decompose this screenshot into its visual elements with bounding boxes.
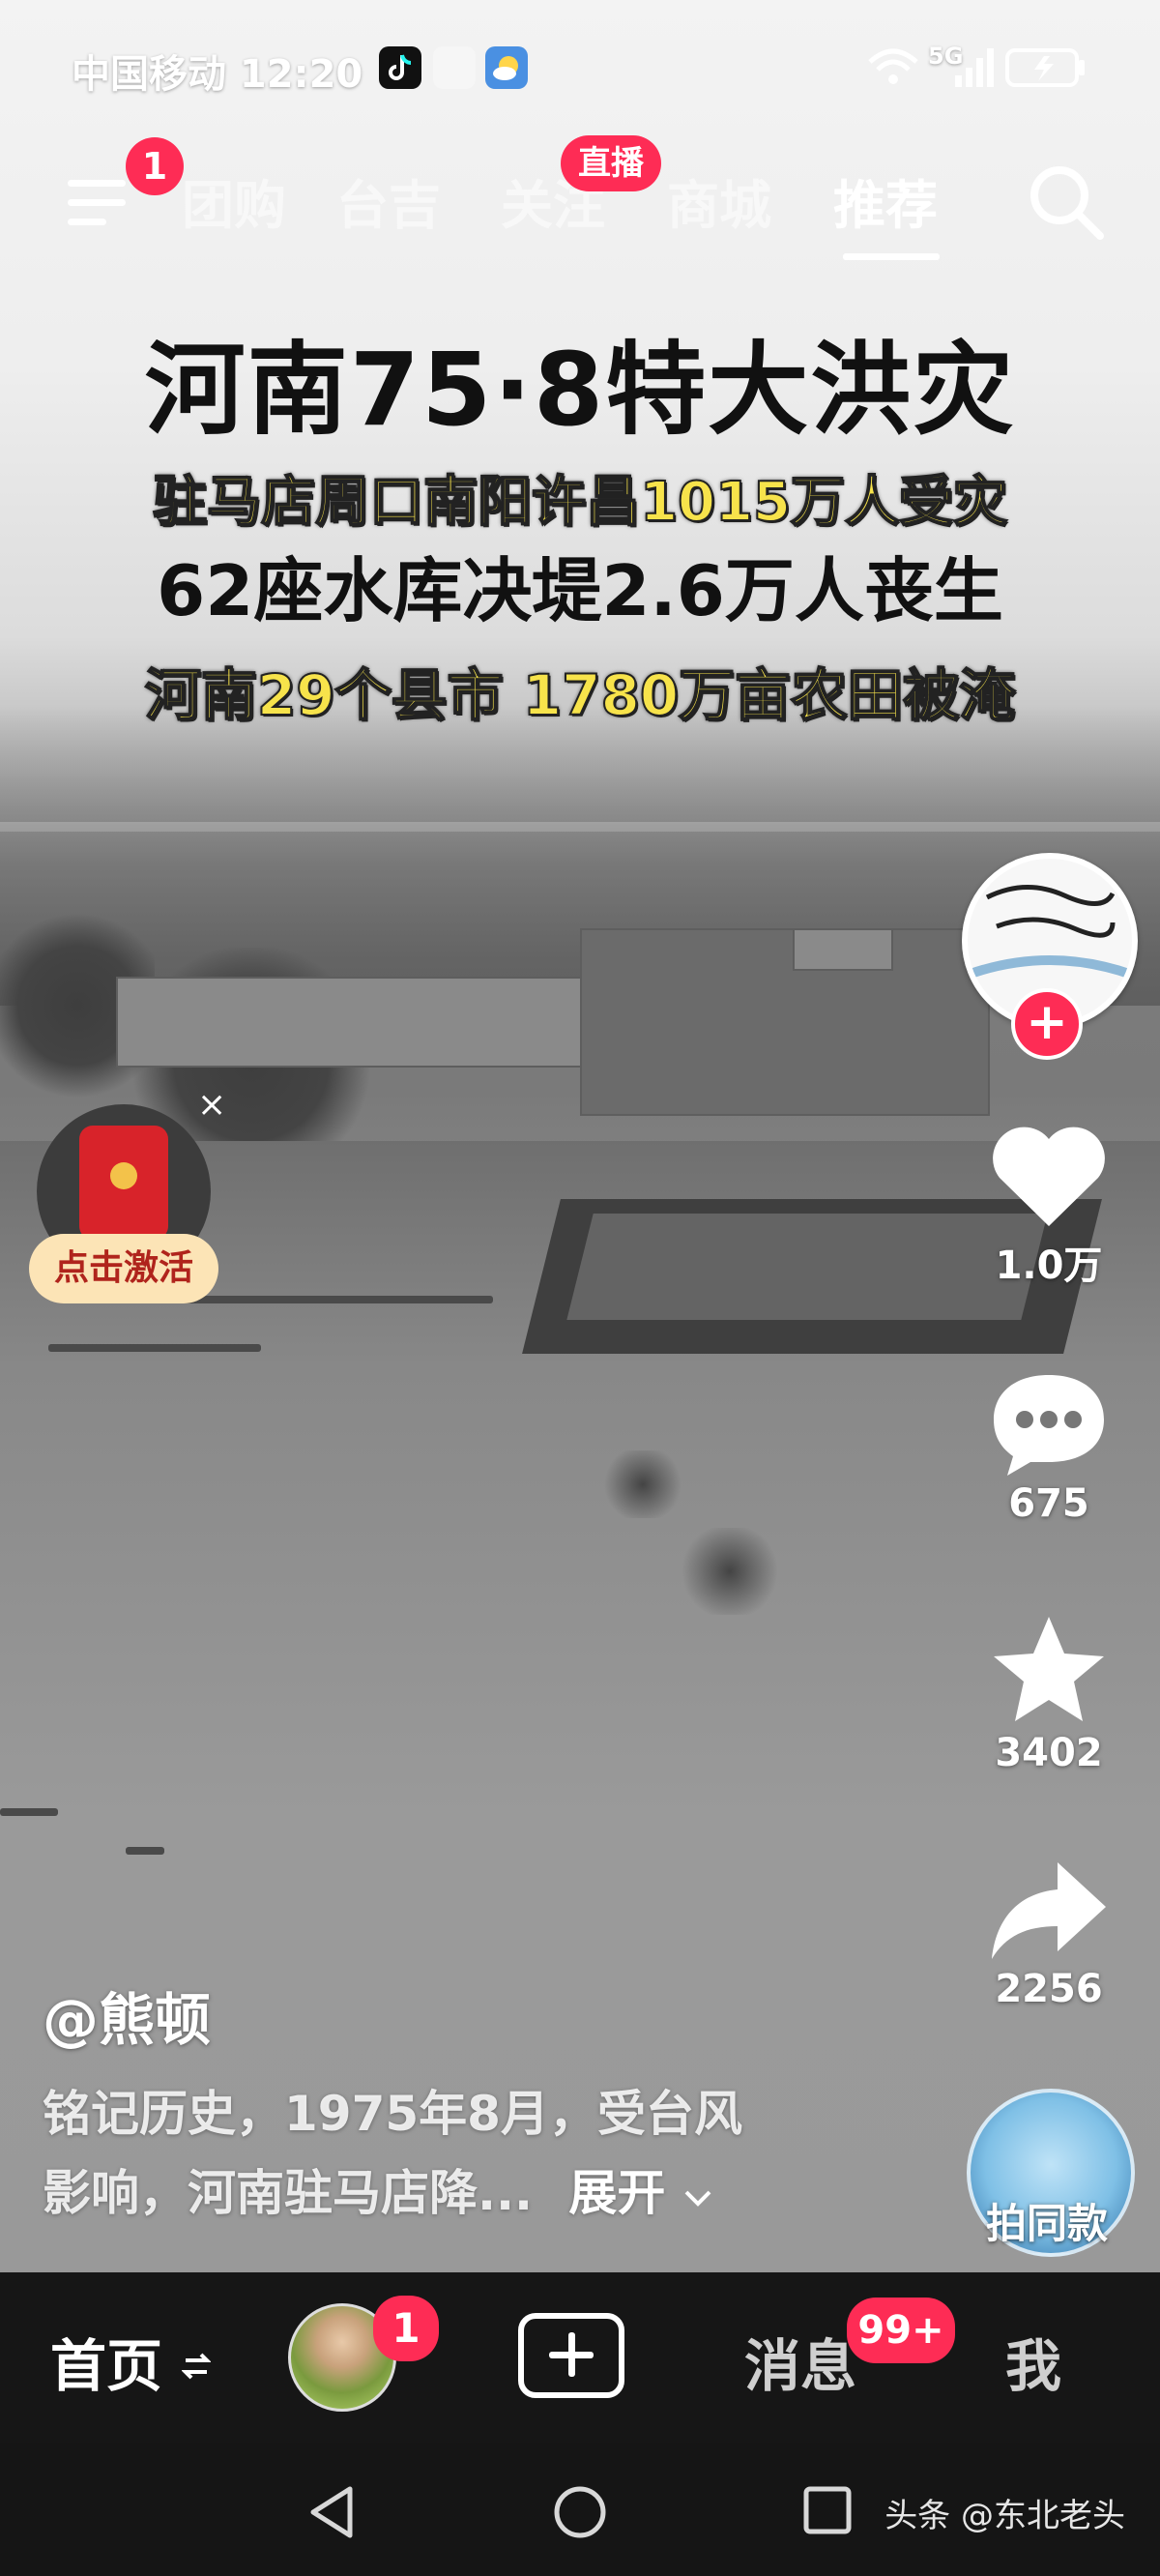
menu-badge: 1 xyxy=(126,137,184,195)
tab-mall[interactable]: 商城 xyxy=(667,162,771,239)
share-count: 2256 xyxy=(995,1967,1103,2011)
caption-line-1: 驻马店周口南阳许昌1015万人受灾 xyxy=(152,470,1008,535)
expand-label: 展开 xyxy=(568,2165,666,2221)
floating-plant xyxy=(599,1450,686,1518)
like-count: 1.0万 xyxy=(995,1244,1103,1288)
caption-line-3: 河南29个县市 1780万亩农田被淹 xyxy=(144,661,1016,729)
live-badge: 直播 xyxy=(561,135,661,191)
favorite-count: 3402 xyxy=(995,1731,1103,1775)
nav-messages[interactable]: 消息 xyxy=(744,2321,856,2402)
wifi-icon xyxy=(868,48,918,84)
favorite-button[interactable]: 3402 xyxy=(976,1613,1121,1775)
activate-button[interactable]: 点击激活 xyxy=(29,1234,218,1303)
watermark: 头条 @东北老头 xyxy=(884,2497,1125,2535)
tab-local[interactable]: 台吉 xyxy=(336,162,441,239)
building-shape xyxy=(116,977,623,1068)
tab-group-buy[interactable]: 团购 xyxy=(182,162,286,239)
home-circle-icon[interactable] xyxy=(553,2485,607,2539)
red-packet-close-button[interactable]: × xyxy=(197,1085,226,1125)
debris xyxy=(126,1847,164,1855)
expand-button[interactable]: 展开 xyxy=(568,2165,712,2221)
video-title: 河南75·8特大洪灾 xyxy=(144,331,1016,449)
like-button[interactable]: 1.0万 xyxy=(976,1122,1121,1290)
battery-icon xyxy=(1005,48,1085,87)
red-envelope-icon xyxy=(79,1126,168,1240)
chevron-down-icon xyxy=(684,2190,711,2207)
menu-button[interactable] xyxy=(68,174,131,232)
comment-icon xyxy=(994,1375,1104,1476)
menu-line xyxy=(68,199,126,206)
menu-line xyxy=(68,219,106,225)
weather-app-icon xyxy=(485,46,528,89)
menu-line xyxy=(68,180,126,187)
floating-plant xyxy=(677,1528,783,1615)
recents-square-icon[interactable] xyxy=(802,2485,853,2535)
swap-icon xyxy=(181,2353,213,2380)
friends-badge: 1 xyxy=(373,2296,439,2361)
create-button[interactable] xyxy=(518,2313,624,2398)
messages-badge: 99+ xyxy=(847,2298,955,2363)
caption-line-2: 62座水库决堤2.6万人丧生 xyxy=(157,550,1003,631)
nav-home[interactable]: 首页 xyxy=(50,2321,213,2402)
building-shape xyxy=(580,928,990,1116)
comment-button[interactable]: 675 xyxy=(976,1369,1121,1526)
star-icon xyxy=(994,1617,1104,1721)
signal-icon xyxy=(955,48,994,87)
building-shape xyxy=(793,928,893,971)
author-name[interactable]: @熊顿 xyxy=(43,1975,211,2056)
same-style-label[interactable]: 拍同款 xyxy=(957,2191,1137,2250)
follow-button[interactable]: + xyxy=(1011,988,1083,1060)
description-text: 影响，河南驻马店降... xyxy=(43,2165,533,2221)
debris xyxy=(48,1344,261,1352)
status-bar: 中国移动 12:20 5G xyxy=(0,0,1160,135)
search-icon[interactable] xyxy=(1025,161,1106,242)
active-tab-indicator xyxy=(843,253,940,260)
tiktok-app-icon xyxy=(379,46,421,89)
description-line-2: 影响，河南驻马店降... 展开 xyxy=(43,2154,893,2224)
comment-count: 675 xyxy=(1008,1481,1089,1526)
carrier-time: 中国移动 12:20 xyxy=(72,52,363,97)
share-button[interactable]: 2256 xyxy=(976,1855,1121,2011)
bottom-nav: 首页 1 消息 99+ 我 xyxy=(0,2272,1160,2443)
nav-home-label: 首页 xyxy=(50,2333,163,2399)
debris xyxy=(0,1808,58,1816)
back-icon[interactable] xyxy=(307,2485,356,2539)
top-nav: 1 团购 台吉 关注 直播 商城 推荐 xyxy=(0,135,1160,261)
hand-app-icon xyxy=(433,46,476,89)
nav-me[interactable]: 我 xyxy=(1005,2321,1061,2402)
heart-icon xyxy=(993,1127,1105,1226)
tab-recommend[interactable]: 推荐 xyxy=(833,162,938,239)
share-arrow-icon xyxy=(992,1862,1106,1959)
description-line-1: 铭记历史，1975年8月，受台风 xyxy=(43,2086,742,2142)
